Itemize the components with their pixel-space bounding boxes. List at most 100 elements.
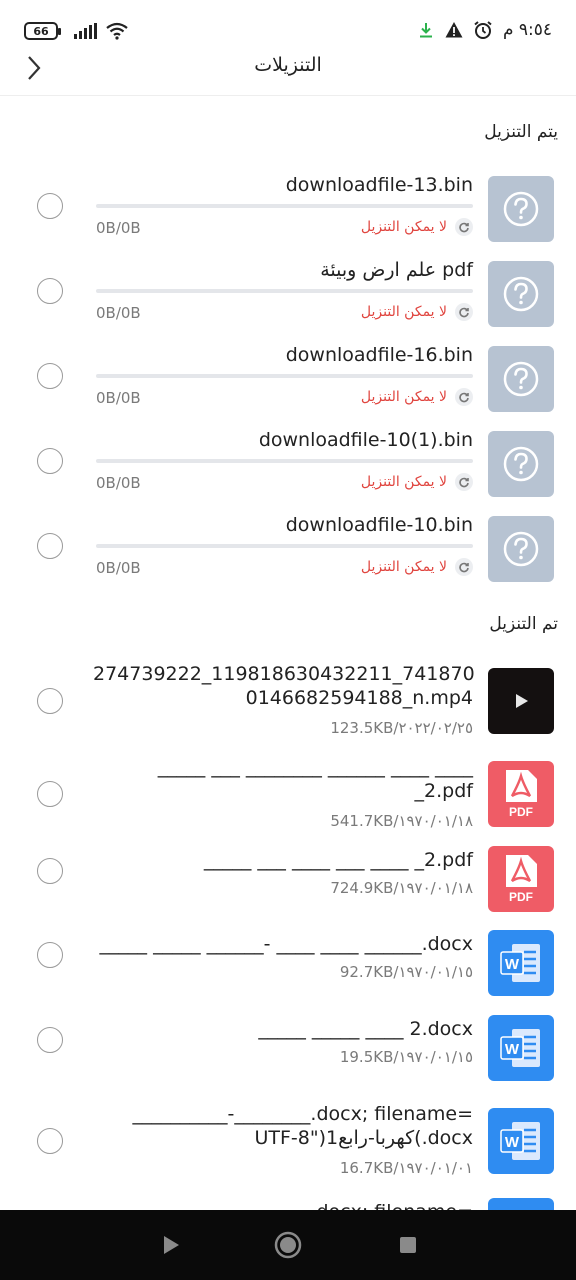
- question-icon: [503, 191, 539, 227]
- file-size: 0B/0B: [96, 474, 141, 492]
- download-status: لا يمكن التنزيل: [361, 558, 473, 576]
- file-name-line1: _____ ___ ____ ___ ____ _2.pdf: [203, 849, 473, 871]
- file-meta: 724.9KB/١٩٧٠/٠١/١٨: [330, 879, 473, 897]
- file-name: علم ارض وبيئة pdf: [320, 259, 473, 281]
- downloaded-item[interactable]: W _____ _____ ______- ____ ____ ______.do…: [0, 928, 576, 1018]
- downloaded-item[interactable]: W _____ _____ ____ 2.docx 19.5KB/١٩٧٠/٠١/١…: [0, 1013, 576, 1103]
- file-size: 0B/0B: [96, 219, 141, 237]
- retry-button[interactable]: [455, 388, 473, 406]
- select-radio[interactable]: [37, 363, 63, 389]
- app-header: التنزيلات: [0, 44, 576, 96]
- square-icon: [400, 1237, 416, 1253]
- file-thumbnail: [488, 346, 554, 412]
- file-thumbnail: PDF: [488, 846, 554, 912]
- downloaded-item[interactable]: PDF _____ ___ ____ ___ ____ _2.pdf 724.9KB…: [0, 844, 576, 934]
- download-status: لا يمكن التنزيل: [361, 388, 473, 406]
- download-progress-bar: [96, 289, 473, 293]
- select-radio[interactable]: [37, 1128, 63, 1154]
- pdf-icon: [506, 770, 537, 802]
- download-arrow-icon: [419, 23, 432, 38]
- file-thumbnail: [488, 261, 554, 327]
- status-left: 66: [24, 22, 129, 40]
- file-name: downloadfile-16.bin: [285, 344, 473, 366]
- retry-button[interactable]: [455, 218, 473, 236]
- question-icon: [503, 361, 539, 397]
- file-meta: 123.5KB/٢٠٢٢/٠٢/٢٥: [330, 719, 473, 737]
- status-right: ٩:٥٤ م: [417, 20, 552, 40]
- battery-level: 66: [33, 24, 49, 38]
- word-icon: W: [500, 944, 540, 982]
- download-progress-bar: [96, 374, 473, 378]
- download-item[interactable]: downloadfile-16.bin 0B/0B لا يمكن التنزيل: [0, 341, 576, 421]
- file-name-line1: _____ _____ ______- ____ ____ ______.doc…: [99, 933, 473, 955]
- pdf-badge-text: PDF: [509, 890, 533, 904]
- select-radio[interactable]: [37, 193, 63, 219]
- svg-text:W: W: [505, 956, 520, 973]
- file-meta: 541.7KB/١٩٧٠/٠١/١٨: [330, 812, 473, 830]
- status-text: لا يمكن التنزيل: [360, 389, 447, 405]
- download-status: لا يمكن التنزيل: [361, 473, 473, 491]
- file-name-line2: UTF-8")1كهربا-رابع(.docx: [254, 1127, 473, 1149]
- download-item[interactable]: downloadfile-10(1).bin 0B/0B لا يمكن التنز…: [0, 426, 576, 506]
- file-thumbnail: [488, 516, 554, 582]
- download-progress-bar: [96, 544, 473, 548]
- status-text: لا يمكن التنزيل: [360, 219, 447, 235]
- file-name: downloadfile-13.bin: [285, 174, 473, 196]
- file-thumbnail: W: [488, 1015, 554, 1081]
- file-name: downloadfile-10.bin: [285, 514, 473, 536]
- question-icon: [503, 446, 539, 482]
- downloaded-item[interactable]: 274739222_119818630432211_741870 01466825…: [0, 658, 576, 748]
- file-thumbnail: [488, 668, 554, 734]
- nav-recents-button[interactable]: [394, 1231, 422, 1259]
- retry-icon: [459, 307, 469, 318]
- alarm-icon: [474, 21, 492, 39]
- retry-button[interactable]: [455, 473, 473, 491]
- select-radio[interactable]: [37, 858, 63, 884]
- download-status: لا يمكن التنزيل: [361, 303, 473, 321]
- word-icon: W: [500, 1029, 540, 1067]
- select-radio[interactable]: [37, 278, 63, 304]
- status-text: لا يمكن التنزيل: [360, 474, 447, 490]
- select-radio[interactable]: [37, 942, 63, 968]
- downloaded-item[interactable]: W __________-________.docx; filename= UTF-…: [0, 1098, 576, 1188]
- page-title: التنزيلات: [254, 54, 322, 76]
- wifi-icon: [106, 22, 128, 40]
- signal-icon: [74, 23, 97, 39]
- pdf-icon: [506, 855, 537, 887]
- word-icon: W: [500, 1122, 540, 1160]
- file-size: 0B/0B: [96, 559, 141, 577]
- downloaded-item[interactable]: PDF _____ ___ ________ ______ ____ ____ _2…: [0, 751, 576, 841]
- file-meta: 16.7KB/١٩٧٠/٠١/٠١: [339, 1159, 473, 1177]
- download-status: لا يمكن التنزيل: [361, 218, 473, 236]
- file-name: downloadfile-10(1).bin: [258, 429, 473, 451]
- file-name-line2: _2.pdf: [414, 780, 473, 802]
- select-radio[interactable]: [37, 688, 63, 714]
- file-size: 0B/0B: [96, 304, 141, 322]
- select-radio[interactable]: [37, 533, 63, 559]
- nav-back-button[interactable]: [157, 1231, 185, 1259]
- retry-icon: [459, 477, 469, 488]
- download-item[interactable]: علم ارض وبيئة pdf 0B/0B لا يمكن التنزيل: [0, 256, 576, 336]
- nav-home-button[interactable]: [274, 1231, 302, 1259]
- question-icon: [503, 276, 539, 312]
- file-thumbnail: [488, 176, 554, 242]
- section-title-downloaded: تم التنزيل: [489, 614, 558, 634]
- play-icon: [516, 694, 528, 708]
- file-name-line1: 274739222_119818630432211_741870: [93, 663, 475, 685]
- status-text: لا يمكن التنزيل: [360, 559, 447, 575]
- select-radio[interactable]: [37, 781, 63, 807]
- system-nav-bar: [0, 1210, 576, 1280]
- file-meta: 19.5KB/١٩٧٠/٠١/١٥: [339, 1048, 473, 1066]
- select-radio[interactable]: [37, 1027, 63, 1053]
- download-item[interactable]: downloadfile-10.bin 0B/0B لا يمكن التنزيل: [0, 511, 576, 591]
- clock: ٩:٥٤ م: [502, 20, 552, 40]
- download-progress-bar: [96, 204, 473, 208]
- section-title-downloading: يتم التنزيل: [484, 122, 558, 142]
- select-radio[interactable]: [37, 448, 63, 474]
- download-item[interactable]: downloadfile-13.bin 0B/0B لا يمكن التنزيل: [0, 171, 576, 251]
- svg-text:W: W: [505, 1041, 520, 1058]
- retry-button[interactable]: [455, 303, 473, 321]
- file-name-line1: __________-________.docx; filename=: [132, 1103, 473, 1125]
- file-name-line1: _____ ___ ________ ______ ____ ____: [157, 756, 473, 778]
- retry-button[interactable]: [455, 558, 473, 576]
